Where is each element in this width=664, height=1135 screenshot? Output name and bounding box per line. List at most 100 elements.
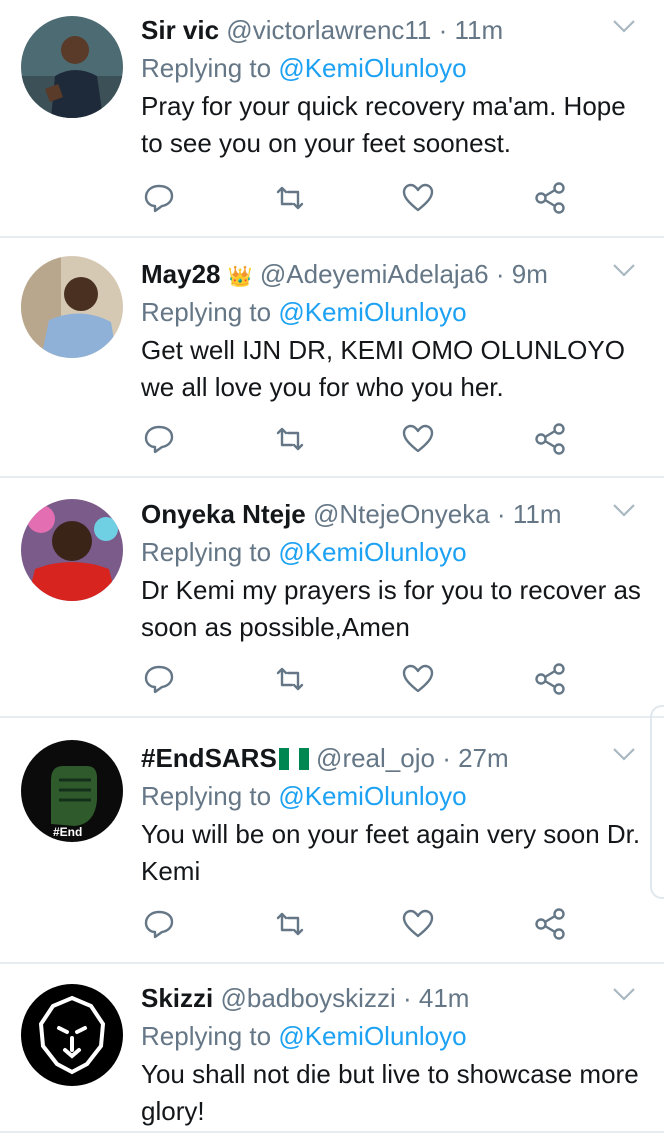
- display-name[interactable]: Onyeka Nteje: [141, 499, 306, 529]
- timestamp[interactable]: 11m: [513, 499, 562, 529]
- share-button[interactable]: [532, 421, 568, 457]
- share-button[interactable]: [532, 180, 568, 216]
- chevron-down-icon[interactable]: [612, 502, 636, 518]
- replying-label: Replying to: [141, 53, 272, 83]
- tweet-divider: [0, 236, 664, 238]
- retweet-icon: [276, 186, 304, 210]
- retweet-button[interactable]: [272, 661, 308, 697]
- replying-to: Replying to @KemiOlunloyo: [141, 778, 467, 814]
- mention-link[interactable]: @KemiOlunloyo: [278, 781, 466, 811]
- avatar[interactable]: [21, 984, 123, 1086]
- share-icon: [535, 182, 565, 214]
- retweet-icon: [276, 667, 304, 691]
- reply-button[interactable]: [141, 661, 177, 697]
- display-name[interactable]: Skizzi: [141, 983, 213, 1013]
- tweet-divider: [0, 962, 664, 964]
- replying-to: Replying to @KemiOlunloyo: [141, 1018, 467, 1054]
- avatar[interactable]: [21, 16, 123, 118]
- separator: ·: [496, 499, 506, 529]
- reply-button[interactable]: [141, 180, 177, 216]
- share-icon: [535, 423, 565, 455]
- display-name[interactable]: #EndSARS: [141, 743, 277, 773]
- display-name[interactable]: Sir vic: [141, 15, 219, 45]
- retweet-button[interactable]: [272, 180, 308, 216]
- tweet-header: Sir vic @victorlawrenc11 · 11m: [141, 12, 624, 48]
- tweet-divider: [0, 476, 664, 478]
- like-button[interactable]: [400, 906, 436, 942]
- tweet[interactable]: May28 👑 @AdeyemiAdelaja6 · 9m Replying t…: [0, 256, 664, 476]
- tweet-header: Onyeka Nteje @NtejeOnyeka · 11m: [141, 496, 624, 532]
- separator: ·: [442, 743, 451, 773]
- tweet-text: Pray for your quick recovery ma'am. Hope…: [141, 91, 626, 158]
- user-handle[interactable]: @NtejeOnyeka: [313, 499, 490, 529]
- tweet-text: Dr Kemi my prayers is for you to recover…: [141, 575, 641, 642]
- scroll-handle[interactable]: [650, 705, 664, 899]
- action-bar: [141, 421, 581, 461]
- reply-feed: Sir vic @victorlawrenc11 · 11m Replying …: [0, 0, 664, 1135]
- mention-link[interactable]: @KemiOlunloyo: [278, 537, 466, 567]
- tweet-text: You will be on your feet again very soon…: [141, 819, 641, 886]
- heart-icon: [402, 909, 434, 938]
- reply-button[interactable]: [141, 421, 177, 457]
- nigeria-flag-icon: [278, 748, 309, 770]
- tweet-header: May28 👑 @AdeyemiAdelaja6 · 9m: [141, 256, 624, 292]
- tweet[interactable]: Sir vic @victorlawrenc11 · 11m Replying …: [0, 12, 664, 237]
- replying-label: Replying to: [141, 781, 272, 811]
- user-handle[interactable]: @badboyskizzi: [220, 983, 395, 1013]
- tweet[interactable]: #End #EndSARS @real_ojo · 27m Replying t…: [0, 740, 664, 962]
- avatar-text: #End: [53, 825, 82, 839]
- user-handle[interactable]: @AdeyemiAdelaja6: [260, 259, 489, 289]
- tweet[interactable]: Skizzi @badboyskizzi · 41m Replying to @…: [0, 980, 664, 1135]
- user-handle[interactable]: @real_ojo: [316, 743, 435, 773]
- chevron-down-icon[interactable]: [612, 746, 636, 762]
- like-button[interactable]: [400, 661, 436, 697]
- mention-link[interactable]: @KemiOlunloyo: [278, 1021, 466, 1051]
- replying-to: Replying to @KemiOlunloyo: [141, 294, 467, 330]
- action-bar: [141, 661, 581, 701]
- retweet-button[interactable]: [272, 906, 308, 942]
- timestamp[interactable]: 41m: [419, 983, 470, 1013]
- heart-icon: [402, 664, 434, 693]
- replying-to: Replying to @KemiOlunloyo: [141, 534, 467, 570]
- like-button[interactable]: [400, 421, 436, 457]
- retweet-button[interactable]: [272, 421, 308, 457]
- avatar[interactable]: #End: [21, 740, 123, 842]
- action-bar: [141, 906, 581, 946]
- tweet-text: You shall not die but live to showcase m…: [141, 1059, 639, 1126]
- like-button[interactable]: [400, 180, 436, 216]
- reply-icon: [144, 910, 174, 939]
- display-name[interactable]: May28: [141, 259, 221, 289]
- heart-icon: [402, 424, 434, 453]
- mention-link[interactable]: @KemiOlunloyo: [278, 297, 466, 327]
- avatar[interactable]: [21, 499, 123, 601]
- timestamp[interactable]: 27m: [458, 743, 509, 773]
- avatar[interactable]: [21, 256, 123, 358]
- replying-label: Replying to: [141, 537, 272, 567]
- separator: ·: [402, 983, 412, 1013]
- replying-to: Replying to @KemiOlunloyo: [141, 50, 467, 86]
- chevron-down-icon[interactable]: [612, 18, 636, 34]
- share-button[interactable]: [532, 661, 568, 697]
- share-icon: [535, 663, 565, 695]
- chevron-down-icon[interactable]: [612, 262, 636, 278]
- action-bar: [141, 180, 581, 220]
- replying-label: Replying to: [141, 1021, 272, 1051]
- replying-label: Replying to: [141, 297, 272, 327]
- mention-link[interactable]: @KemiOlunloyo: [278, 53, 466, 83]
- timestamp[interactable]: 9m: [512, 259, 548, 289]
- chevron-down-icon[interactable]: [612, 986, 636, 1002]
- tweet-text: Get well IJN DR, KEMI OMO OLUNLOYO we al…: [141, 335, 625, 402]
- tweet-divider: [0, 1131, 664, 1133]
- tweet-header: #EndSARS @real_ojo · 27m: [141, 740, 624, 776]
- reply-icon: [144, 665, 174, 694]
- reply-icon: [144, 425, 174, 454]
- timestamp[interactable]: 11m: [455, 15, 504, 45]
- crown-emoji: 👑: [227, 266, 253, 288]
- tweet[interactable]: Onyeka Nteje @NtejeOnyeka · 11m Replying…: [0, 496, 664, 716]
- retweet-icon: [276, 912, 304, 936]
- reply-button[interactable]: [141, 906, 177, 942]
- reply-icon: [144, 184, 174, 213]
- share-button[interactable]: [532, 906, 568, 942]
- user-handle[interactable]: @victorlawrenc11: [226, 15, 431, 45]
- retweet-icon: [276, 427, 304, 451]
